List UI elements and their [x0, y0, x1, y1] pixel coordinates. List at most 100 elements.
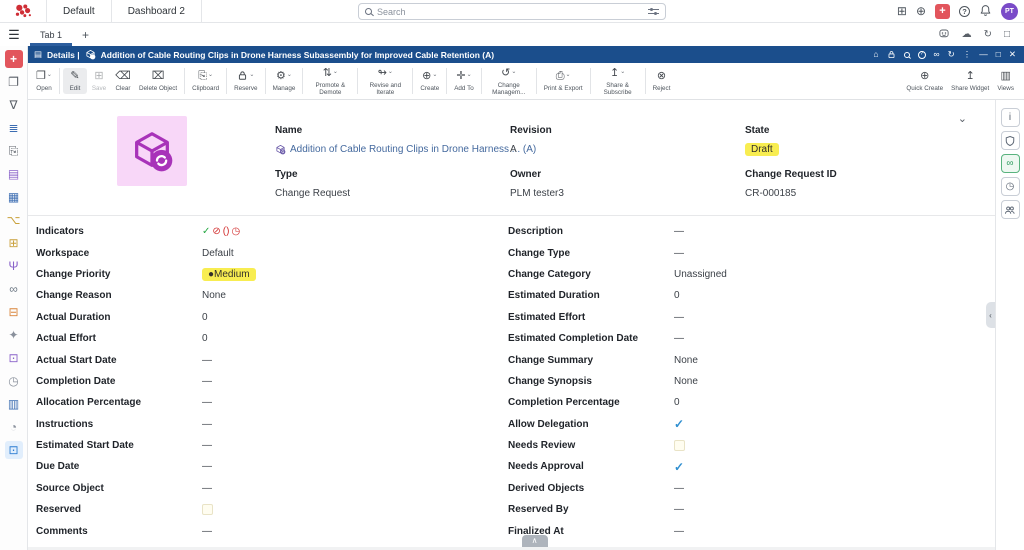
search-input[interactable]: Search: [358, 3, 666, 20]
item-name-link[interactable]: Addition of Cable Routing Clips in Drone…: [275, 144, 536, 155]
forms-icon[interactable]: ▤: [5, 165, 23, 183]
quick-add-button[interactable]: +: [935, 4, 950, 19]
collapse-summary-chevron-icon[interactable]: ⌄: [958, 112, 967, 125]
revise-and-iterate-button[interactable]: ↬⌄Revise and Iterate: [361, 65, 409, 97]
clear-button[interactable]: ⌫Clear: [111, 68, 135, 93]
field-value: —: [202, 419, 212, 430]
field-value[interactable]: [674, 440, 685, 451]
add-to-button[interactable]: ✛⌄Add To: [450, 68, 478, 93]
home-icon[interactable]: ⌂: [873, 50, 878, 59]
team-icon[interactable]: [1001, 200, 1020, 219]
workspace-tab-dashboard2[interactable]: Dashboard 2: [112, 0, 201, 22]
branch-icon[interactable]: Ψ: [5, 257, 23, 275]
field-value[interactable]: [202, 504, 213, 515]
checkbox-unchecked[interactable]: [202, 504, 213, 515]
cards-icon[interactable]: ⊡: [5, 349, 23, 367]
promote-demote-button[interactable]: ⇅⌄Promote & Demote: [306, 65, 354, 97]
open-button[interactable]: ❐⌄Open: [32, 68, 56, 93]
share-widget-icon: ↥: [966, 70, 975, 83]
item-image[interactable]: [117, 116, 187, 186]
hierarchy-icon[interactable]: ⌥: [5, 211, 23, 229]
clipboard-icon: ⎘: [198, 70, 207, 83]
share-subscribe-button[interactable]: ↥⌄Share & Subscribe: [594, 65, 642, 97]
search-filters-icon[interactable]: [648, 7, 659, 16]
field-label: Change Reason: [36, 290, 202, 301]
history-icon[interactable]: ◷: [1001, 177, 1020, 196]
create-new-icon[interactable]: +: [5, 50, 23, 68]
state-label: State: [745, 125, 975, 136]
field-value[interactable]: ✓: [674, 461, 684, 473]
field-row-reserved: Reserved: [36, 499, 508, 520]
minimize-icon[interactable]: —: [979, 50, 988, 59]
reject-button[interactable]: ⊗Reject: [649, 68, 675, 93]
field-value: None: [674, 376, 698, 387]
app-switcher-icon[interactable]: ⊞: [897, 5, 907, 17]
create-button[interactable]: ⊕⌄Create: [416, 68, 443, 93]
details-grid-icon: ▤: [34, 50, 42, 59]
hamburger-menu-icon[interactable]: ☰: [0, 27, 28, 43]
reserve-button[interactable]: ⌄Reserve: [230, 68, 261, 93]
change-managem-icon: ↺: [501, 67, 510, 80]
relationships-icon[interactable]: ∞: [1001, 154, 1020, 173]
filter-icon[interactable]: ∇: [5, 96, 23, 114]
tab-1[interactable]: Tab 1: [28, 23, 74, 46]
checked-icon[interactable]: ✓: [674, 461, 684, 473]
titlebar-refresh-icon[interactable]: ↻: [948, 50, 955, 59]
list-icon[interactable]: ≣: [5, 119, 23, 137]
window-titlebar: ▤ Details | Addition of Cable Routing Cl…: [28, 46, 1024, 63]
windows-icon[interactable]: ❐: [5, 73, 23, 91]
maximize-icon[interactable]: □: [996, 50, 1001, 59]
close-icon[interactable]: ✕: [1009, 50, 1016, 59]
clipboard-icon[interactable]: ⎘: [5, 142, 23, 160]
charts-icon[interactable]: ▥: [5, 395, 23, 413]
grid-icon[interactable]: ⊞: [5, 234, 23, 252]
edit-button[interactable]: ✎Edit: [63, 68, 87, 93]
workflow-icon[interactable]: ∞: [5, 280, 23, 298]
field-value[interactable]: ✓: [674, 418, 684, 430]
change-managem-button[interactable]: ↺⌄Change Managem...: [485, 65, 533, 97]
gauge-icon[interactable]: ◔: [5, 418, 23, 436]
clipboard-button[interactable]: ⎘⌄Clipboard: [188, 68, 223, 93]
delete-object-button[interactable]: ⌧Delete Object: [135, 68, 181, 93]
clear-icon: ⌫: [115, 70, 131, 83]
add-circle-icon[interactable]: ⊕: [916, 5, 926, 17]
history-icon[interactable]: ◷: [5, 372, 23, 390]
assistant-robot-icon[interactable]: [938, 27, 950, 42]
link-icon[interactable]: ∞: [934, 50, 940, 59]
save-button[interactable]: ⊞Save: [87, 68, 111, 93]
lock-icon[interactable]: [887, 50, 896, 59]
field-row-change-type: Change Type—: [508, 242, 989, 263]
titlebar-help-icon[interactable]: ?: [918, 51, 926, 59]
calendar-icon[interactable]: ⊟: [5, 303, 23, 321]
info-icon[interactable]: i: [1001, 108, 1020, 127]
field-row-change-reason: Change ReasonNone: [36, 285, 508, 306]
panel-collapse-handle[interactable]: ‹: [986, 302, 995, 328]
maximize-layout-icon[interactable]: □: [1004, 30, 1010, 40]
kebab-menu-icon[interactable]: ⋮: [963, 50, 972, 59]
share-widget-button[interactable]: ↥Share Widget: [947, 68, 993, 93]
tables-icon[interactable]: ▦: [5, 188, 23, 206]
workspace-tab-default[interactable]: Default: [47, 0, 111, 22]
notifications-bell-icon[interactable]: [979, 4, 992, 19]
field-label: Estimated Start Date: [36, 440, 202, 451]
manage-button[interactable]: ⚙⌄Manage: [269, 68, 300, 93]
cloud-icon[interactable]: ☁: [962, 30, 972, 40]
titlebar-search-icon[interactable]: [904, 52, 910, 58]
checkbox-unchecked[interactable]: [674, 440, 685, 451]
refresh-icon[interactable]: ↻: [984, 30, 992, 40]
add-tab-button[interactable]: +: [74, 28, 97, 42]
create-icon: ⊕: [422, 70, 431, 83]
help-icon[interactable]: ?: [959, 6, 970, 17]
field-row-estimated-completion-date: Estimated Completion Date—: [508, 328, 989, 349]
checked-icon[interactable]: ✓: [674, 418, 684, 430]
field-value: —: [674, 333, 684, 344]
print-export-button[interactable]: ⎙⌄Print & Export: [540, 68, 587, 93]
app-logo[interactable]: [0, 2, 46, 21]
scroll-up-button[interactable]: ∧: [522, 535, 548, 547]
automation-icon[interactable]: ✦: [5, 326, 23, 344]
shield-icon[interactable]: [1001, 131, 1020, 150]
quick-create-button[interactable]: ⊕Quick Create: [902, 68, 947, 93]
user-avatar[interactable]: PT: [1001, 3, 1018, 20]
views-button[interactable]: ▥Views: [993, 68, 1018, 93]
monitor-icon[interactable]: ⊡: [5, 441, 23, 459]
